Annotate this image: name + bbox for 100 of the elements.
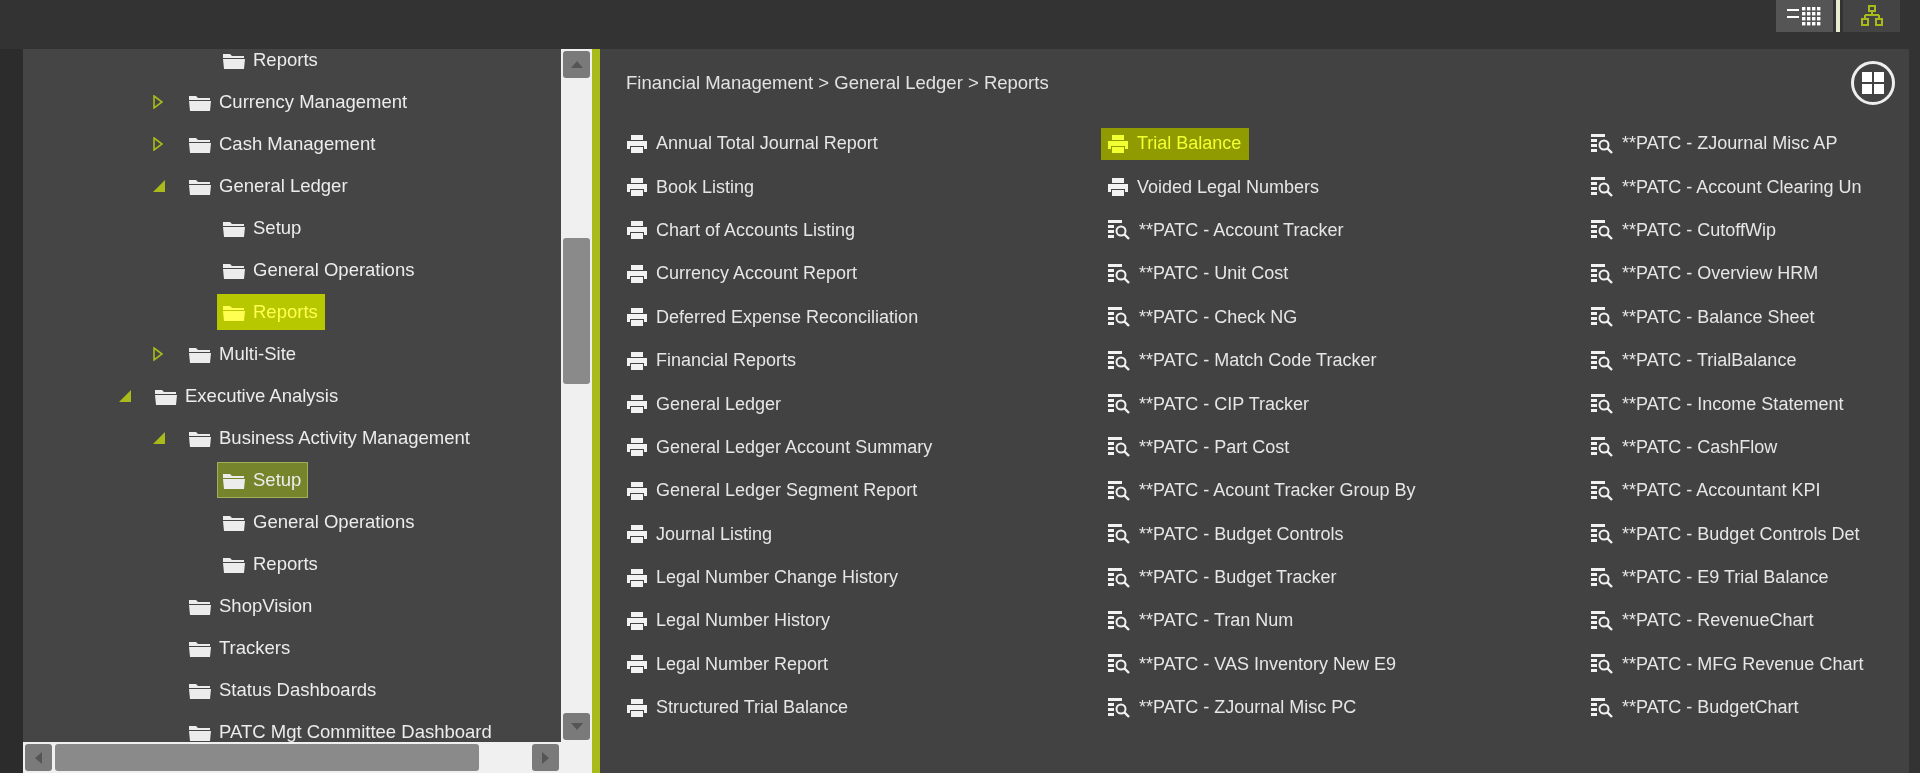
tree-item[interactable]: Setup <box>217 210 309 246</box>
scrollbar-thumb[interactable] <box>55 744 479 771</box>
report-link[interactable]: **PATC - Match Code Tracker <box>1101 344 1385 377</box>
left-arrow-icon <box>35 751 42 764</box>
report-link[interactable]: **PATC - Balance Sheet <box>1584 301 1823 334</box>
report-link[interactable]: **PATC - Budget Controls <box>1101 518 1352 551</box>
up-arrow-icon <box>570 61 583 68</box>
printer-icon <box>1107 133 1129 154</box>
report-link[interactable]: **PATC - Account Tracker <box>1101 214 1352 247</box>
report-link[interactable]: Structured Trial Balance <box>620 691 857 724</box>
report-link[interactable]: **PATC - Tran Num <box>1101 605 1302 637</box>
report-link[interactable]: Legal Number Change History <box>620 561 907 594</box>
tree-item[interactable]: PATC Mgt Committee Dashboard <box>183 714 499 742</box>
report-search-icon <box>1107 653 1131 676</box>
tiles-icon <box>1862 72 1884 94</box>
report-search-icon <box>1590 696 1614 719</box>
scrollbar-thumb[interactable] <box>563 238 590 384</box>
report-link[interactable]: General Ledger <box>620 388 790 421</box>
tree-item[interactable]: Executive Analysis <box>149 378 346 414</box>
report-link[interactable]: Book Listing <box>620 171 763 204</box>
tree-item[interactable]: Status Dashboards <box>183 672 384 708</box>
collapse-arrow-icon[interactable] <box>119 390 131 402</box>
report-link[interactable]: **PATC - CutoffWip <box>1584 214 1785 247</box>
report-link[interactable]: General Ledger Segment Report <box>620 474 926 507</box>
tiles-button[interactable] <box>1851 61 1895 105</box>
tree-item[interactable]: Trackers <box>183 630 298 666</box>
report-link[interactable]: **PATC - Budget Tracker <box>1101 561 1345 594</box>
report-link[interactable]: **PATC - BudgetChart <box>1584 691 1807 724</box>
report-link[interactable]: Legal Number Report <box>620 648 837 681</box>
tree-item[interactable]: ShopVision <box>183 588 320 624</box>
report-link[interactable]: Deferred Expense Reconciliation <box>620 301 927 334</box>
tree-item[interactable]: Reports <box>217 546 325 582</box>
report-link[interactable]: **PATC - Budget Controls Det <box>1584 518 1868 551</box>
report-link[interactable]: **PATC - Acount Tracker Group By <box>1101 474 1424 507</box>
report-link[interactable]: **PATC - CashFlow <box>1584 431 1786 464</box>
report-search-icon <box>1590 566 1614 589</box>
report-link[interactable]: **PATC - CIP Tracker <box>1101 388 1318 421</box>
report-link[interactable]: Annual Total Journal Report <box>620 127 886 160</box>
printer-icon <box>626 350 648 371</box>
printer-icon <box>1107 177 1129 198</box>
report-search-icon <box>1107 393 1131 416</box>
tree-item[interactable]: Currency Management <box>183 84 415 120</box>
printer-icon <box>626 437 648 458</box>
tree-item[interactable]: Setup <box>217 462 309 498</box>
tree-item[interactable]: General Ledger <box>183 168 355 204</box>
report-link[interactable]: **PATC - Income Statement <box>1584 388 1852 421</box>
report-link[interactable]: **PATC - Unit Cost <box>1101 257 1297 290</box>
tree-item[interactable]: General Operations <box>217 252 422 288</box>
expand-arrow-icon[interactable] <box>153 347 163 361</box>
report-search-icon <box>1107 306 1131 329</box>
horizontal-scrollbar[interactable] <box>23 742 561 773</box>
report-search-icon <box>1107 349 1131 372</box>
report-search-icon <box>1590 393 1614 416</box>
report-link[interactable]: **PATC - Accountant KPI <box>1584 474 1829 507</box>
report-search-icon <box>1107 479 1131 502</box>
list-grid-icon <box>1786 6 1823 26</box>
collapse-arrow-icon[interactable] <box>153 180 165 192</box>
report-link[interactable]: **PATC - VAS Inventory New E9 <box>1101 648 1405 681</box>
tree-item[interactable]: Reports <box>217 49 325 78</box>
report-search-icon <box>1590 262 1614 285</box>
report-link[interactable]: **PATC - MFG Revenue Chart <box>1584 648 1872 681</box>
report-search-icon <box>1107 262 1131 285</box>
report-link[interactable]: **PATC - RevenueChart <box>1584 605 1822 637</box>
printer-icon <box>626 567 648 588</box>
report-link[interactable]: **PATC - Account Clearing Un <box>1584 171 1870 204</box>
report-link[interactable]: **PATC - ZJournal Misc PC <box>1101 691 1365 724</box>
tree-item[interactable]: General Operations <box>217 504 422 540</box>
report-link[interactable]: Chart of Accounts Listing <box>620 214 864 247</box>
report-link[interactable]: **PATC - Part Cost <box>1101 431 1298 464</box>
report-link[interactable]: Currency Account Report <box>620 257 866 290</box>
report-link[interactable]: Voided Legal Numbers <box>1101 171 1328 204</box>
report-link[interactable]: General Ledger Account Summary <box>620 431 941 464</box>
printer-icon <box>626 394 648 415</box>
report-search-icon <box>1107 696 1131 719</box>
tree-item[interactable]: Business Activity Management <box>183 420 477 456</box>
vertical-scrollbar[interactable] <box>561 49 592 742</box>
collapse-arrow-icon[interactable] <box>153 432 165 444</box>
report-search-icon <box>1590 653 1614 676</box>
report-link[interactable]: Financial Reports <box>620 344 805 377</box>
report-link[interactable]: **PATC - Overview HRM <box>1584 257 1827 290</box>
tree-item[interactable]: Multi-Site <box>183 336 304 372</box>
report-link[interactable]: **PATC - ZJournal Misc AP <box>1584 127 1846 160</box>
hierarchy-icon <box>1859 5 1884 27</box>
report-search-icon <box>1590 132 1614 155</box>
report-link[interactable]: Legal Number History <box>620 605 839 637</box>
report-search-icon <box>1590 176 1614 199</box>
view-toggle-button[interactable] <box>1843 0 1900 32</box>
expand-arrow-icon[interactable] <box>153 137 163 151</box>
report-search-icon <box>1590 479 1614 502</box>
report-link[interactable]: **PATC - TrialBalance <box>1584 344 1805 377</box>
expand-arrow-icon[interactable] <box>153 95 163 109</box>
report-search-icon <box>1590 219 1614 242</box>
report-link[interactable]: **PATC - E9 Trial Balance <box>1584 561 1837 594</box>
printer-icon <box>626 654 648 675</box>
report-link[interactable]: **PATC - Check NG <box>1101 301 1306 334</box>
tree-item[interactable]: Cash Management <box>183 126 383 162</box>
report-link[interactable]: Journal Listing <box>620 518 781 551</box>
printer-icon <box>626 307 648 328</box>
view-toggle-button[interactable] <box>1776 0 1833 32</box>
report-search-icon <box>1590 306 1614 329</box>
